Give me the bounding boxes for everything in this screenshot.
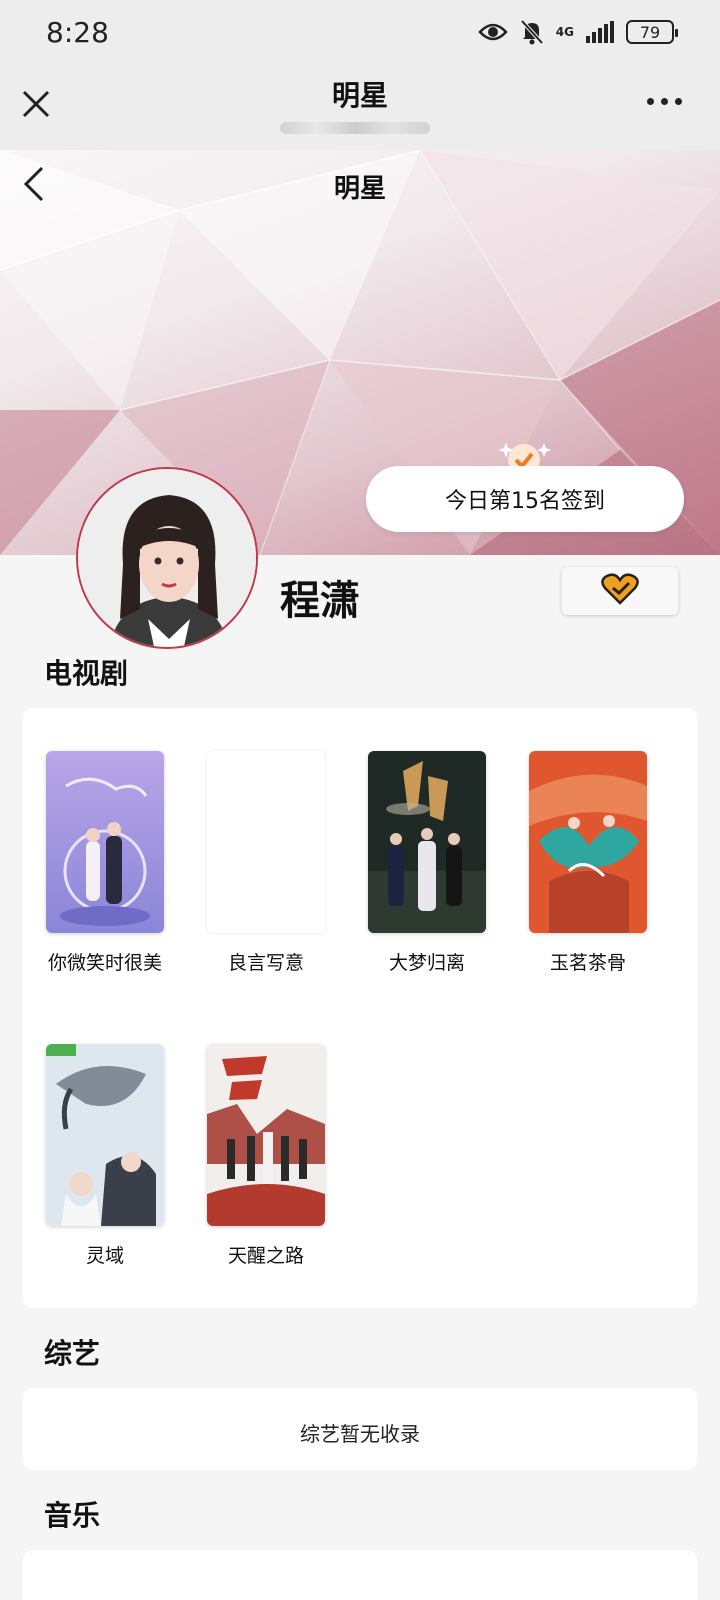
top-bar-title: 明星: [331, 79, 388, 112]
avatar: [76, 467, 258, 649]
drama-poster[interactable]: [46, 1044, 164, 1226]
variety-card: 综艺暂无收录: [23, 1388, 697, 1470]
follow-button[interactable]: [562, 567, 678, 615]
dramas-card: 你微笑时很美 良言写意 大梦归离 玉茗茶骨 灵域 天醒之路: [23, 708, 697, 1308]
network-type: 4G: [555, 25, 574, 39]
drama-item[interactable]: 灵域: [46, 1044, 164, 1269]
variety-empty-text: 综艺暂无收录: [300, 1422, 420, 1446]
music-card: [23, 1550, 697, 1600]
signal-icon: [586, 21, 614, 43]
bell-off-icon: [520, 19, 544, 45]
star-name: 程潇: [280, 578, 360, 624]
eye-icon: [478, 21, 508, 43]
status-time: 8:28: [46, 15, 109, 49]
drama-item[interactable]: 大梦归离: [368, 751, 486, 976]
status-bar: 8:28 4G 79: [0, 0, 720, 64]
drama-title: 灵域: [85, 1245, 124, 1267]
drama-title: 良言写意: [227, 952, 304, 974]
drama-item[interactable]: 你微笑时很美: [46, 751, 164, 976]
drama-item[interactable]: 天醒之路: [207, 1044, 325, 1269]
drama-poster[interactable]: [207, 751, 325, 933]
battery-indicator: 79: [626, 20, 678, 44]
drama-poster[interactable]: [46, 751, 164, 933]
drama-item[interactable]: 玉茗茶骨: [529, 751, 647, 976]
drama-title: 玉茗茶骨: [549, 952, 626, 974]
music-section-title: 音乐: [44, 1499, 101, 1532]
blurred-subtitle: [280, 122, 430, 134]
dramas-section-title: 电视剧: [44, 657, 129, 690]
status-icons: 4G 79: [478, 19, 678, 45]
drama-poster[interactable]: [529, 751, 647, 933]
drama-title: 天醒之路: [227, 1245, 304, 1267]
drama-poster[interactable]: [207, 1044, 325, 1226]
drama-poster[interactable]: [368, 751, 486, 933]
drama-title: 大梦归离: [388, 952, 465, 974]
drama-title: 你微笑时很美: [47, 952, 162, 974]
banner-title: 明星: [333, 174, 386, 204]
checkin-button[interactable]: 今日第15名签到: [366, 466, 684, 532]
drama-item[interactable]: 良言写意: [207, 751, 325, 976]
more-icon[interactable]: [647, 98, 682, 105]
mini-program-top-bar: 明星: [0, 64, 720, 150]
heart-check-icon: [601, 573, 639, 609]
variety-section-title: 综艺: [44, 1337, 101, 1370]
drama-grid: 你微笑时很美 良言写意 大梦归离 玉茗茶骨 灵域 天醒之路: [23, 708, 697, 1308]
